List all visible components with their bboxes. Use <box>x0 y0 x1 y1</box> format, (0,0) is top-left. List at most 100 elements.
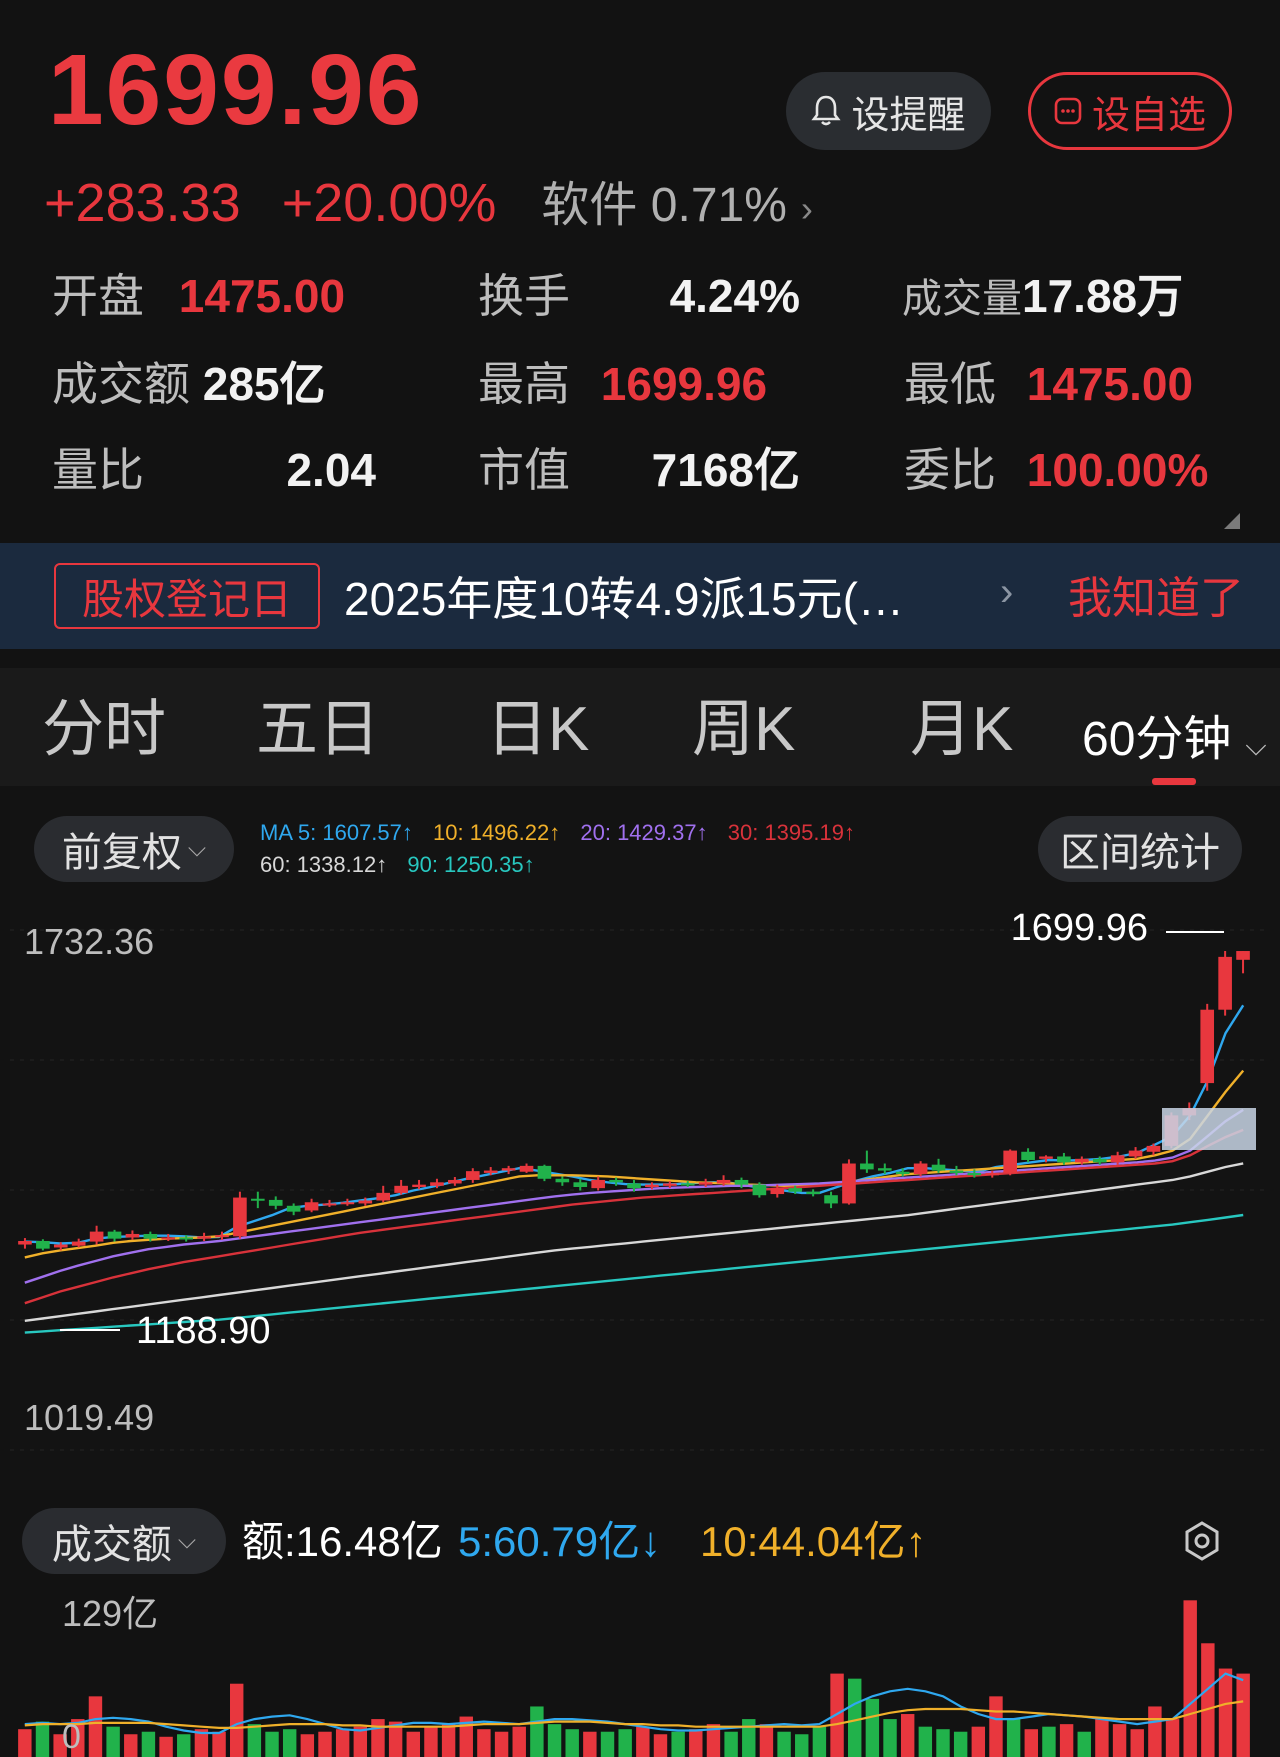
tab-five-day[interactable]: 五日 <box>256 690 380 770</box>
stat-value: 1475.00 <box>178 270 346 322</box>
candle-body <box>107 1231 122 1239</box>
volume-bar <box>671 1731 685 1757</box>
add-watchlist-button[interactable]: 设自选 <box>1028 72 1232 150</box>
volume-bar <box>159 1736 173 1757</box>
tab-daily-k[interactable]: 日K <box>486 690 589 770</box>
price-change: +283.33 <box>44 173 241 233</box>
candle-body <box>412 1184 426 1187</box>
range-stats-button[interactable]: 区间统计 <box>1038 816 1242 882</box>
volume-bar <box>936 1729 950 1757</box>
candle-body <box>268 1199 283 1206</box>
stat-value: 17.88万 <box>1022 270 1184 322</box>
candle-body <box>322 1203 337 1206</box>
candle-body <box>663 1183 677 1186</box>
volume-bar <box>759 1724 774 1757</box>
candle-body <box>53 1244 68 1248</box>
stat-value: 7168亿 <box>651 444 800 496</box>
candlestick-chart[interactable]: 1732.36 1019.49 1699.96 1188.90 <box>0 880 1280 1490</box>
volume-indicator-dropdown[interactable]: 成交额 ⌵ <box>22 1508 226 1574</box>
candle-body <box>1200 1009 1215 1084</box>
volume-bar <box>318 1731 332 1757</box>
volume-bar <box>742 1719 756 1757</box>
adjust-mode-dropdown[interactable]: 前复权 ⌵ <box>34 816 234 882</box>
banner-text[interactable]: 2025年度10转4.9派15元(… <box>344 566 964 632</box>
candle-body <box>1146 1145 1161 1152</box>
set-alert-button[interactable]: 设提醒 <box>786 72 991 150</box>
expand-corner-icon[interactable] <box>1224 513 1240 529</box>
candle-body <box>842 1163 856 1204</box>
candle-body <box>788 1188 803 1192</box>
stat-label: 市值 <box>478 444 570 496</box>
candle-body <box>358 1200 373 1204</box>
chevron-right-icon: › <box>800 188 813 229</box>
sector-link[interactable]: 软件 0.71% <box>541 179 786 232</box>
volume-bar <box>212 1731 226 1757</box>
banner-dismiss-button[interactable]: 我知道了 <box>1068 566 1244 632</box>
volume-bar <box>1218 1668 1233 1757</box>
volume-bar <box>971 1726 986 1757</box>
active-tab-indicator <box>1152 778 1196 785</box>
candle-body <box>627 1183 641 1189</box>
candle-body <box>448 1179 462 1184</box>
volume-bar <box>406 1731 420 1757</box>
volume-bar <box>124 1734 138 1757</box>
tab-60-minute[interactable]: 60分钟 ⌵ <box>1082 700 1267 786</box>
add-watchlist-label: 设自选 <box>1091 94 1206 137</box>
price-change-row: +283.33 +20.00% 软件 0.71% › <box>44 168 813 244</box>
stat-order-ratio: 委比 100.00% <box>904 440 1208 500</box>
chevron-down-icon: ⌵ <box>187 835 207 862</box>
volume-bar <box>371 1719 385 1757</box>
stat-label: 最高 <box>478 358 570 410</box>
candle-body <box>1092 1158 1107 1163</box>
candle-body <box>734 1179 749 1185</box>
volume-bar <box>812 1726 827 1757</box>
volume-bar <box>494 1731 509 1757</box>
stat-value: 1699.96 <box>600 358 768 410</box>
volume-bar <box>1059 1724 1074 1757</box>
candle-body <box>967 1172 982 1176</box>
ma20-legend: 20: 1429.37↑ <box>580 820 708 845</box>
candle-body <box>1039 1156 1053 1159</box>
candle-body <box>501 1168 516 1171</box>
volume-chart[interactable]: 129亿 0 <box>0 1582 1280 1757</box>
volume-bar <box>777 1731 791 1757</box>
candle-body <box>161 1237 176 1240</box>
volume-bar <box>689 1729 703 1757</box>
candle-body <box>1021 1151 1035 1160</box>
candle-body <box>985 1172 1000 1176</box>
stat-volume-ratio-value: 2.04 <box>286 440 376 500</box>
volume-bar <box>18 1729 32 1757</box>
candle-body <box>197 1236 211 1239</box>
candle-body <box>394 1185 408 1193</box>
stat-value: 285亿 <box>202 358 326 410</box>
ma-legend-row1: MA 5: 1607.57↑ 10: 1496.22↑ 20: 1429.37↑… <box>260 818 855 848</box>
price-change-percent: +20.00% <box>281 173 497 233</box>
volume-bar <box>830 1673 844 1757</box>
candle-body <box>340 1202 355 1205</box>
candle-body <box>860 1163 874 1170</box>
candle-body <box>824 1195 838 1204</box>
candle-body <box>1075 1158 1089 1163</box>
candle-body <box>1128 1150 1143 1157</box>
stat-high: 最高 1699.96 <box>478 354 767 414</box>
candle-body <box>1110 1155 1125 1163</box>
volume-bar <box>530 1706 544 1757</box>
candle-body <box>645 1184 659 1187</box>
volume-bar <box>1130 1729 1144 1757</box>
volume-bar <box>618 1729 632 1757</box>
stat-label: 换手 <box>478 270 570 322</box>
chevron-right-icon[interactable]: › <box>1000 570 1013 615</box>
candle-body <box>895 1171 910 1175</box>
stat-label: 成交额 <box>52 358 190 410</box>
tab-weekly-k[interactable]: 周K <box>692 690 795 770</box>
tab-intraday[interactable]: 分时 <box>42 690 166 770</box>
add-watchlist-icon <box>1054 97 1082 125</box>
volume-bar <box>565 1729 579 1757</box>
candle-body <box>465 1171 480 1180</box>
ma5-line <box>24 1004 1245 1245</box>
volume-bar <box>653 1734 668 1757</box>
candle-body <box>609 1179 623 1183</box>
volume-bar <box>35 1721 50 1757</box>
settings-icon[interactable] <box>1180 1519 1224 1568</box>
tab-monthly-k[interactable]: 月K <box>910 690 1013 770</box>
